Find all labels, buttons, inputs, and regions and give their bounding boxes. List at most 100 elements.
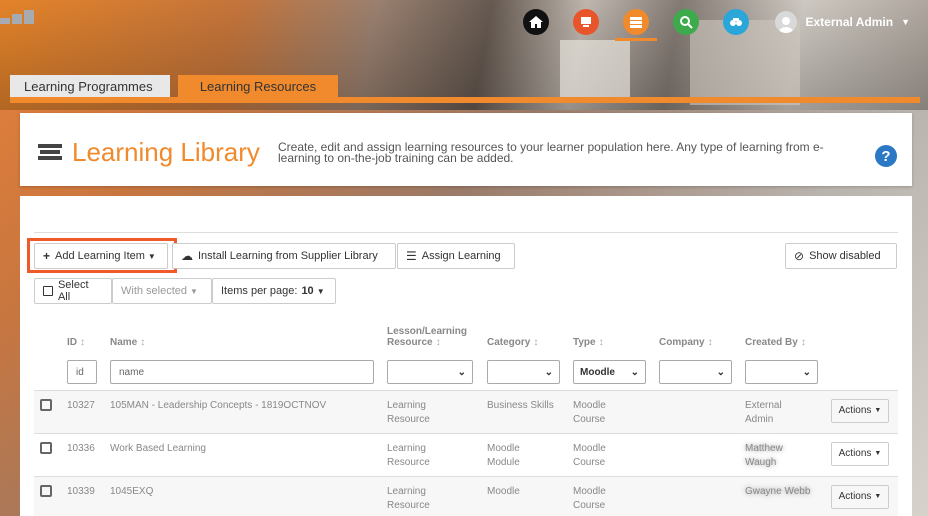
sort-icon: ↕: [707, 337, 713, 348]
table-row[interactable]: 10327 105MAN - Leadership Concepts - 181…: [34, 390, 898, 434]
tab-learning-resources[interactable]: Learning Resources: [178, 75, 338, 97]
resource-filter-select[interactable]: ⌄: [387, 360, 473, 384]
row-type: Moodle Course: [573, 433, 659, 477]
row-name[interactable]: Work Based Learning: [110, 433, 387, 477]
with-selected-dropdown[interactable]: With selected ▼: [112, 278, 212, 304]
caret-down-icon: ▼: [316, 286, 325, 296]
tab-bar: [10, 97, 920, 103]
row-type: Moodle Course: [573, 476, 659, 516]
reports-icon[interactable]: [722, 9, 749, 35]
row-type: Moodle Course: [573, 390, 659, 434]
sort-icon: ↕: [533, 337, 539, 348]
top-navigation: External Admin ▼: [511, 7, 928, 41]
name-filter-input[interactable]: name: [110, 360, 374, 384]
sort-icon: ↕: [598, 337, 604, 348]
items-per-page-dropdown[interactable]: Items per page: 10 ▼: [212, 278, 336, 304]
user-name: External Admin: [805, 15, 894, 29]
row-category: Business Skills: [487, 390, 573, 434]
row-company: [659, 433, 745, 477]
section-tabs: Learning Programmes Learning Resources: [10, 75, 346, 97]
caret-down-icon: ▼: [190, 286, 198, 296]
caret-down-icon: ▼: [874, 493, 882, 500]
sort-icon: ↕: [140, 337, 146, 348]
caret-down-icon: ▼: [874, 407, 882, 414]
chevron-down-icon: ⌄: [544, 366, 553, 378]
sort-icon: ↕: [800, 337, 806, 348]
caret-down-icon: ▼: [874, 450, 882, 457]
chevron-down-icon: ⌄: [716, 366, 725, 378]
main-content: + Add Learning Item ▼ ☁ Install Learning…: [20, 196, 912, 516]
library-icon[interactable]: [614, 9, 657, 41]
row-actions-button[interactable]: Actions ▼: [831, 442, 889, 466]
classroom-icon[interactable]: [572, 9, 599, 35]
learning-items-table: ID ↕ Name ↕ Lesson/Learning Resource ↕ Categ…: [34, 314, 898, 516]
row-resource: Learning Resource: [387, 390, 487, 434]
items-per-page-value: 10: [301, 285, 314, 297]
plus-icon: +: [43, 249, 51, 263]
assign-learning-button[interactable]: ☰ Assign Learning: [397, 243, 515, 269]
avatar: [774, 11, 797, 33]
add-learning-item-button[interactable]: + Add Learning Item ▼: [34, 243, 168, 269]
row-checkbox[interactable]: [40, 399, 52, 411]
column-header-category[interactable]: Category ↕: [487, 314, 573, 354]
chevron-down-icon: ⌄: [630, 366, 639, 378]
background-shape: [560, 40, 630, 100]
select-all-label: Select All: [57, 279, 89, 303]
column-header-id[interactable]: ID ↕: [67, 314, 110, 354]
sort-icon: ↕: [80, 337, 85, 348]
page-description: Create, edit and assign learning resourc…: [278, 140, 824, 165]
row-resource: Learning Resource: [387, 433, 487, 477]
type-filter-value: Moodle: [580, 366, 615, 378]
created-by-filter-select[interactable]: ⌄: [745, 360, 818, 384]
show-disabled-button[interactable]: ⊘ Show disabled: [785, 243, 897, 269]
brand-logo: [0, 10, 34, 24]
row-id: 10327: [67, 390, 110, 434]
row-actions-button[interactable]: Actions ▼: [831, 399, 889, 423]
table-row[interactable]: 10339 1045EXQ Learning Resource Moodle Mo…: [34, 476, 898, 516]
select-all-button[interactable]: Select All: [34, 278, 112, 304]
row-created-by: Matthew Waugh: [745, 433, 831, 477]
column-header-type[interactable]: Type ↕: [573, 314, 659, 354]
user-menu[interactable]: External Admin ▼: [774, 11, 910, 33]
home-icon[interactable]: [522, 9, 549, 35]
column-header-created-by[interactable]: Created By ↕: [745, 314, 831, 354]
ban-icon: ⊘: [794, 249, 805, 263]
row-resource: Learning Resource: [387, 476, 487, 516]
row-created-by: External Admin: [745, 390, 831, 434]
checkbox-icon: [43, 286, 53, 296]
add-learning-item-label: Add Learning Item: [55, 250, 145, 262]
install-learning-button[interactable]: ☁ Install Learning from Supplier Library: [172, 243, 396, 269]
caret-down-icon: ▼: [147, 251, 156, 261]
help-icon[interactable]: ?: [875, 145, 897, 167]
sort-icon: ↕: [435, 337, 441, 348]
row-id: 10336: [67, 433, 110, 477]
company-filter-select[interactable]: ⌄: [659, 360, 732, 384]
library-book-icon: [38, 144, 62, 160]
chevron-down-icon: ⌄: [802, 366, 811, 378]
column-header-resource[interactable]: Lesson/Learning Resource ↕: [387, 314, 487, 354]
with-selected-label: With selected: [121, 285, 188, 297]
row-id: 10339: [67, 476, 110, 516]
category-filter-select[interactable]: ⌄: [487, 360, 560, 384]
column-header-company[interactable]: Company ↕: [659, 314, 745, 354]
id-filter-input[interactable]: id: [67, 360, 97, 384]
row-category: Moodle: [487, 476, 573, 516]
row-actions-button[interactable]: Actions ▼: [831, 485, 889, 509]
assign-learning-label: Assign Learning: [421, 250, 501, 262]
cloud-download-icon: ☁: [181, 249, 193, 263]
row-company: [659, 476, 745, 516]
divider: [34, 232, 898, 233]
row-checkbox[interactable]: [40, 442, 52, 454]
table-row[interactable]: 10336 Work Based Learning Learning Resour…: [34, 433, 898, 477]
tab-learning-programmes[interactable]: Learning Programmes: [10, 75, 170, 97]
row-name[interactable]: 1045EXQ: [110, 476, 387, 516]
row-company: [659, 390, 745, 434]
search-icon[interactable]: [672, 9, 699, 35]
list-icon: ☰: [406, 249, 417, 263]
row-checkbox[interactable]: [40, 485, 52, 497]
row-name[interactable]: 105MAN - Leadership Concepts - 1819OCTNO…: [110, 390, 387, 434]
row-created-by: Gwayne Webb: [745, 476, 831, 516]
items-per-page-label: Items per page:: [221, 285, 298, 297]
column-header-name[interactable]: Name ↕: [110, 314, 387, 354]
type-filter-select[interactable]: Moodle ⌄: [573, 360, 646, 384]
